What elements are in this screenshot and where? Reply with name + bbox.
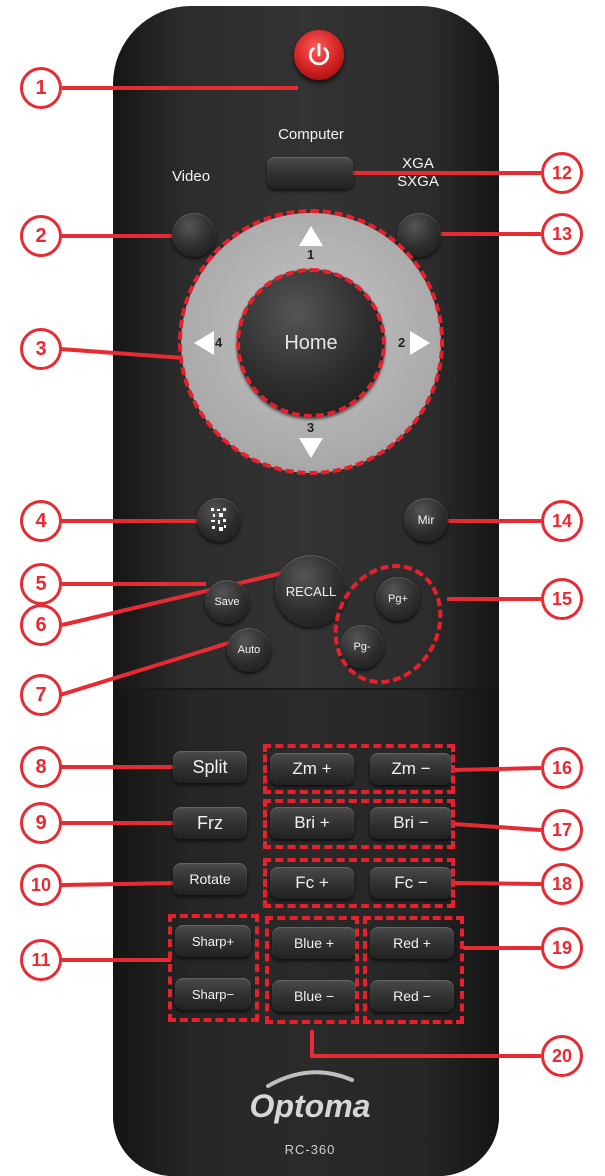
callout-1: 1 — [20, 67, 62, 109]
split-button[interactable]: Split — [173, 751, 247, 783]
callout-4: 4 — [20, 500, 62, 542]
leader-line-20 — [310, 1030, 541, 1058]
rotate-button[interactable]: Rotate — [173, 863, 247, 895]
sxga-label: SXGA — [397, 173, 439, 190]
callout-5: 5 — [20, 563, 62, 605]
callout-12: 12 — [541, 152, 583, 194]
callout-10: 10 — [20, 864, 62, 906]
callout-6: 6 — [20, 604, 62, 646]
callout-18: 18 — [541, 863, 583, 905]
pattern-icon — [211, 508, 226, 531]
callout-19: 19 — [541, 927, 583, 969]
leader-line-16 — [453, 766, 542, 772]
remote-diagram: Computer Video XGA SXGA 1 2 3 4 Home Mir… — [0, 0, 605, 1176]
callout-3-inner-outline — [236, 268, 386, 418]
leader-line-3 — [59, 347, 185, 360]
callout-20: 20 — [541, 1035, 583, 1077]
callout-17: 17 — [541, 809, 583, 851]
callout-20-outline — [265, 916, 359, 1024]
callout-2: 2 — [20, 215, 62, 257]
callout-8: 8 — [20, 746, 62, 788]
pattern-button[interactable] — [197, 498, 241, 542]
callout-16: 16 — [541, 747, 583, 789]
callout-11: 11 — [20, 939, 62, 981]
save-button[interactable]: Save — [205, 580, 249, 624]
brand-logo: Optoma — [249, 1088, 371, 1124]
computer-label: Computer — [278, 126, 344, 143]
video-label: Video — [171, 168, 211, 185]
callout-17-outline — [263, 799, 455, 849]
auto-button[interactable]: Auto — [227, 628, 271, 672]
power-icon — [308, 43, 330, 66]
model-label: RC-360 — [284, 1142, 336, 1157]
xga-label: XGA — [402, 155, 434, 172]
computer-button[interactable] — [267, 157, 353, 189]
leader-line-17 — [453, 822, 542, 832]
mir-button[interactable]: Mir — [404, 498, 448, 542]
callout-16-outline — [263, 744, 455, 794]
callout-7: 7 — [20, 674, 62, 716]
leader-line-7 — [59, 635, 249, 697]
callout-19-outline — [363, 916, 464, 1024]
callout-18-outline — [263, 858, 455, 908]
frz-button[interactable]: Frz — [173, 807, 247, 839]
callout-13: 13 — [541, 213, 583, 255]
xga-sxga-label: XGA SXGA — [372, 155, 464, 191]
video-button[interactable] — [172, 213, 216, 257]
callout-3: 3 — [20, 328, 62, 370]
callout-11-outline — [168, 914, 259, 1022]
power-button[interactable] — [294, 30, 344, 80]
optoma-swoosh — [266, 1070, 354, 1088]
callout-9: 9 — [20, 802, 62, 844]
callout-14: 14 — [541, 500, 583, 542]
leader-line-18 — [453, 881, 542, 886]
callout-15: 15 — [541, 578, 583, 620]
